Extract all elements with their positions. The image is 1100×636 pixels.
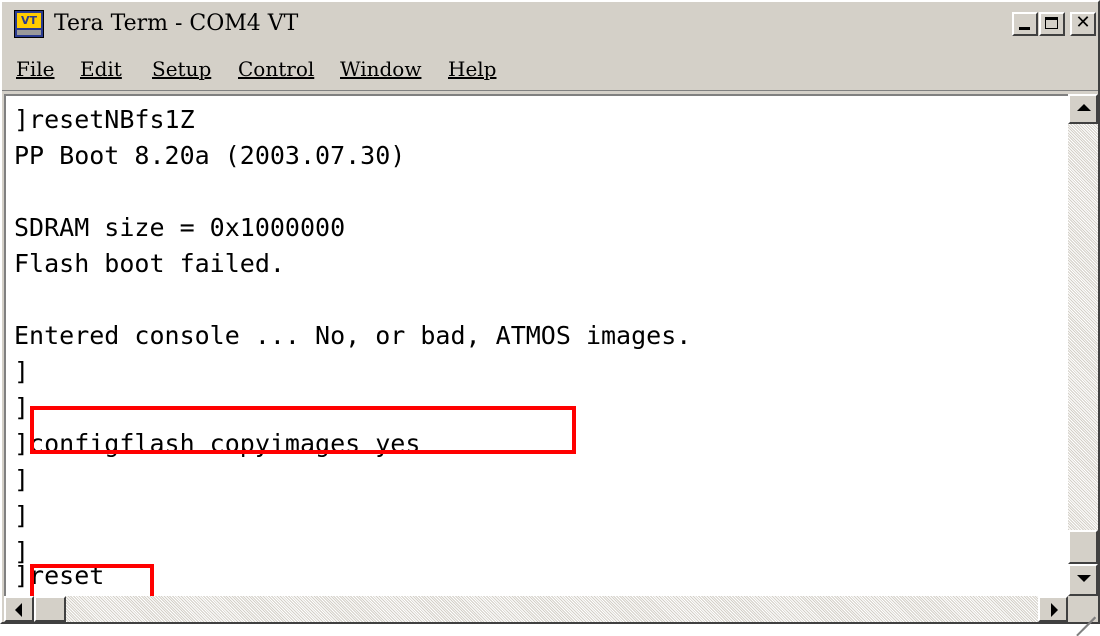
minimize-icon bbox=[1019, 27, 1030, 30]
menu-help[interactable]: Help bbox=[448, 54, 496, 84]
terminal-line: Flash boot failed. bbox=[14, 249, 285, 278]
terminal-line: ] bbox=[14, 393, 30, 422]
title-bar[interactable]: VT Tera Term - COM4 VT ✕ bbox=[2, 2, 1098, 48]
teraterm-window: VT Tera Term - COM4 VT ✕ File Edit Setup… bbox=[0, 0, 1100, 636]
arrow-down-icon bbox=[1077, 575, 1091, 582]
close-button[interactable]: ✕ bbox=[1070, 12, 1096, 36]
terminal-area[interactable]: ]resetNBfs1Z PP Boot 8.20a (2003.07.30) … bbox=[4, 94, 1068, 596]
terminal-line: PP Boot 8.20a (2003.07.30) bbox=[14, 141, 406, 170]
horizontal-scrollbar[interactable] bbox=[4, 596, 1068, 622]
arrow-left-icon bbox=[15, 603, 22, 617]
menu-window[interactable]: Window bbox=[340, 54, 421, 84]
close-icon: ✕ bbox=[1075, 12, 1091, 33]
terminal-line: ]resetNBfs1Z bbox=[14, 105, 195, 134]
menu-bar: File Edit Setup Control Window Help bbox=[2, 50, 1098, 91]
teraterm-app-icon[interactable]: VT bbox=[14, 10, 44, 38]
menu-control[interactable]: Control bbox=[238, 54, 314, 84]
icon-screen: VT bbox=[17, 13, 41, 28]
menu-file-label: File bbox=[16, 57, 55, 81]
menu-setup[interactable]: Setup bbox=[152, 54, 211, 84]
maximize-icon bbox=[1045, 17, 1058, 29]
highlight-box-configflash bbox=[30, 406, 576, 454]
minimize-button[interactable] bbox=[1012, 12, 1038, 36]
terminal-line: Entered console ... No, or bad, ATMOS im… bbox=[14, 321, 692, 350]
vertical-scrollbar[interactable] bbox=[1068, 94, 1098, 596]
scroll-left-button[interactable] bbox=[4, 596, 34, 622]
menu-setup-label: Setup bbox=[152, 57, 212, 81]
hscrollbar-thumb[interactable] bbox=[34, 596, 66, 622]
grip-line bbox=[1076, 616, 1096, 636]
highlight-box-reset bbox=[30, 564, 154, 596]
terminal-line: ] bbox=[14, 465, 30, 494]
icon-base bbox=[17, 30, 41, 35]
scroll-up-button[interactable] bbox=[1068, 94, 1098, 124]
menu-edit-label: Edit bbox=[80, 57, 122, 81]
terminal-line: SDRAM size = 0x1000000 bbox=[14, 213, 346, 242]
maximize-button[interactable] bbox=[1039, 12, 1065, 36]
menu-window-label: Window bbox=[340, 57, 422, 81]
scrollbar-thumb[interactable] bbox=[1068, 530, 1098, 564]
menu-help-label: Help bbox=[448, 57, 497, 81]
terminal-line: ] bbox=[14, 501, 30, 530]
resize-grip[interactable] bbox=[1068, 596, 1098, 636]
scroll-right-button[interactable] bbox=[1038, 596, 1068, 622]
arrow-up-icon bbox=[1077, 104, 1091, 111]
arrow-right-icon bbox=[1051, 603, 1058, 617]
window-title: Tera Term - COM4 VT bbox=[54, 11, 299, 36]
menu-edit[interactable]: Edit bbox=[80, 54, 122, 84]
scroll-down-button[interactable] bbox=[1068, 564, 1098, 596]
menu-file[interactable]: File bbox=[16, 54, 55, 84]
menu-control-label: Control bbox=[238, 57, 315, 81]
terminal-line: ] bbox=[14, 357, 30, 386]
